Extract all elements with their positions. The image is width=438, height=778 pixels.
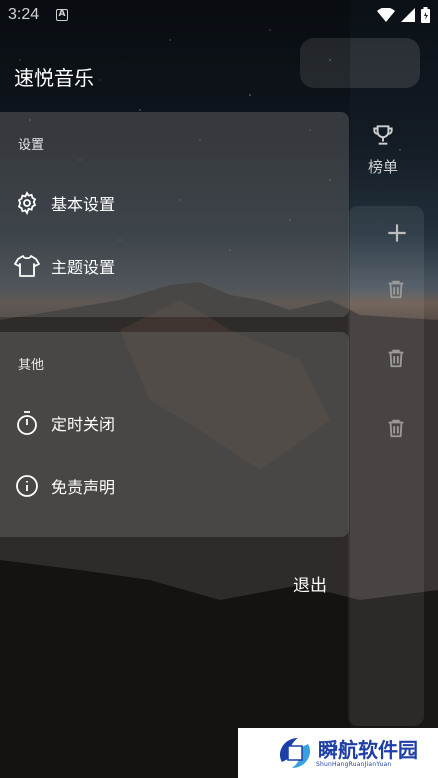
rank-label: 榜单	[367, 158, 398, 176]
menu-item-label: 主题设置	[51, 258, 116, 277]
rank-tab: 榜单	[358, 122, 408, 177]
trophy-icon	[373, 125, 393, 145]
signal-icon	[401, 8, 415, 22]
watermark-subtext: ShunHangRuanJianYuan	[316, 760, 392, 768]
battery-icon	[421, 7, 430, 23]
watermark-logo-icon	[279, 738, 311, 768]
trash-icon	[388, 419, 404, 438]
settings-section: 设置 基本设置 主题设置	[0, 112, 349, 317]
info-icon	[14, 473, 40, 499]
section-label: 设置	[18, 138, 45, 153]
menu-item-theme-settings[interactable]: 主题设置	[0, 241, 349, 291]
menu-item-label: 定时关闭	[51, 415, 116, 434]
menu-item-disclaimer[interactable]: 免责声明	[0, 461, 349, 511]
timer-icon	[14, 410, 40, 436]
menu-item-basic-settings[interactable]: 基本设置	[0, 178, 349, 228]
gear-icon	[14, 190, 40, 216]
menu-item-label: 免责声明	[51, 478, 116, 497]
trash-icon	[388, 349, 404, 368]
other-section: 其他 定时关闭 免责声明	[0, 332, 349, 537]
plus-icon	[388, 224, 406, 242]
tshirt-icon	[14, 253, 40, 279]
wifi-icon	[377, 8, 395, 22]
menu-item-sleep-timer[interactable]: 定时关闭	[0, 398, 349, 448]
trash-icon	[388, 280, 404, 299]
menu-item-label: 基本设置	[51, 195, 116, 214]
exit-button[interactable]: 退出	[293, 571, 327, 596]
section-label: 其他	[18, 358, 45, 373]
navigation-drawer: 速悦音乐 设置 基本设置 主题设置 其他 定时关闭 免责声明 退出	[0, 0, 350, 778]
watermark-text: 瞬航软件园	[318, 737, 418, 762]
watermark: 瞬航软件园 ShunHangRuanJianYuan	[238, 728, 438, 778]
app-title: 速悦音乐	[14, 66, 94, 90]
